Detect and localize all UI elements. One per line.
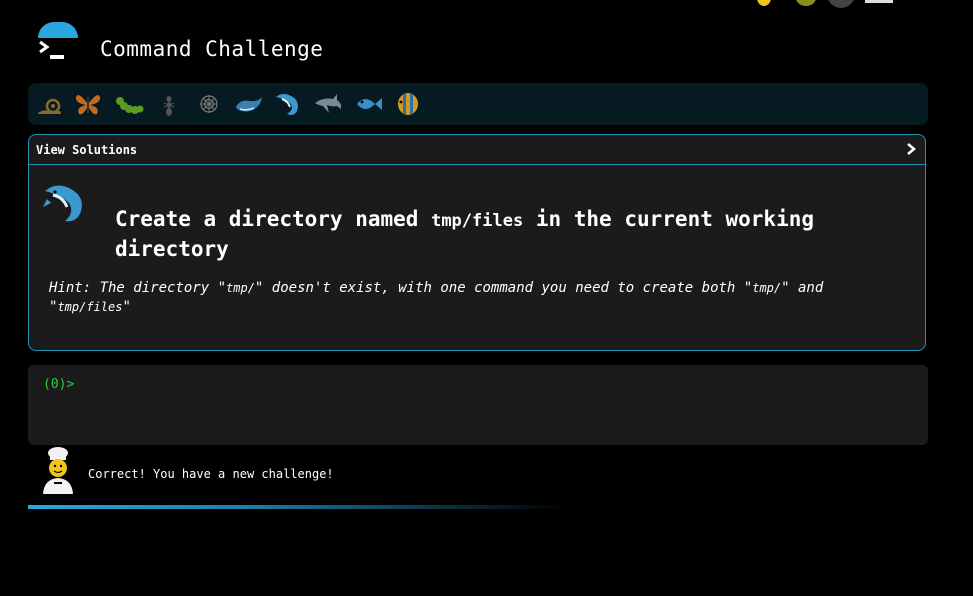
- spider-web-icon[interactable]: [194, 89, 224, 119]
- trophy-icon[interactable]: [795, 0, 817, 10]
- tropical-fish-icon[interactable]: [393, 89, 423, 119]
- level-bar: [28, 83, 928, 125]
- caterpillar-icon[interactable]: [114, 89, 144, 119]
- hint-part: " doesn't exist, with one command you ne…: [254, 280, 753, 296]
- challenge-code: tmp/files: [431, 211, 524, 231]
- top-right-icons: [713, 0, 973, 10]
- challenge-panel: View Solutions Create a directory named …: [28, 134, 926, 351]
- logo: [38, 22, 78, 62]
- view-solutions-toggle[interactable]: View Solutions: [29, 135, 925, 165]
- hint-code: tmp/: [226, 281, 255, 295]
- terminal-prompt: (0)>: [43, 377, 75, 392]
- butterfly-icon[interactable]: [73, 89, 103, 119]
- avatar[interactable]: [825, 0, 857, 10]
- hint-code: tmp/files: [57, 300, 123, 314]
- page-title: Command Challenge: [100, 37, 324, 61]
- hint-code: tmp/: [752, 281, 782, 295]
- chevron-right-icon[interactable]: [903, 140, 919, 158]
- terminal-input[interactable]: (0)>: [28, 365, 928, 445]
- hint-part: ": [122, 299, 131, 315]
- progress-bar: [28, 505, 568, 509]
- bulb-icon[interactable]: [753, 0, 775, 10]
- ant-icon[interactable]: [154, 89, 184, 119]
- menu-icon[interactable]: [865, 0, 895, 10]
- whale-icon[interactable]: [273, 89, 303, 119]
- whale-icon: [43, 185, 82, 222]
- terminal-icon: [39, 40, 64, 59]
- chef-icon: [43, 447, 73, 494]
- hint-text: Hint: The directory "tmp/" doesn't exist…: [49, 279, 879, 317]
- hint-part: Hint: The directory ": [49, 280, 227, 296]
- snail-icon[interactable]: [34, 89, 64, 119]
- dolphin-icon[interactable]: [313, 89, 343, 119]
- fish-icon[interactable]: [353, 89, 383, 119]
- whale-icon[interactable]: [234, 89, 264, 119]
- challenge-prefix: Create a directory named: [115, 207, 432, 231]
- view-solutions-label[interactable]: View Solutions: [36, 143, 137, 157]
- status-message: Correct! You have a new challenge!: [88, 467, 334, 481]
- challenge-text: Create a directory named tmp/files in th…: [115, 205, 875, 263]
